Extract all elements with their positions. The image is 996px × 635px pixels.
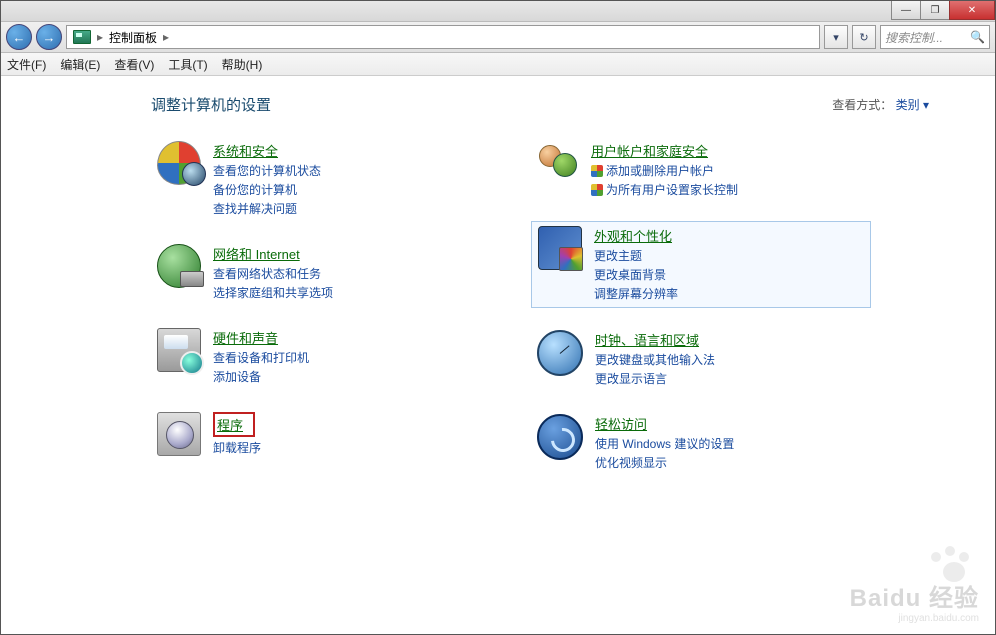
category-link[interactable]: 为所有用户设置家长控制 — [591, 181, 738, 199]
view-by-label: 查看方式： — [832, 98, 892, 112]
category-link[interactable]: 更改主题 — [594, 247, 678, 265]
category-link[interactable]: 添加设备 — [213, 368, 309, 386]
category-clock-language[interactable]: 时钟、语言和区域 更改键盘或其他输入法 更改显示语言 — [531, 326, 871, 392]
category-title[interactable]: 系统和安全 — [213, 141, 278, 160]
breadcrumb-sep[interactable]: ▸ — [163, 30, 169, 44]
window-frame: — ❐ ✕ ← → ▸ 控制面板 ▸ ▾ ↻ 搜索控制... 🔍 文件(F) 编… — [0, 0, 996, 635]
category-title[interactable]: 外观和个性化 — [594, 226, 672, 245]
view-by-value[interactable]: 类别 ▾ — [896, 98, 929, 112]
globe-icon — [157, 244, 201, 288]
category-appearance[interactable]: 外观和个性化 更改主题 更改桌面背景 调整屏幕分辨率 — [531, 221, 871, 308]
menu-help[interactable]: 帮助(H) — [222, 56, 263, 73]
category-system-security[interactable]: 系统和安全 查看您的计算机状态 备份您的计算机 查找并解决问题 — [151, 137, 491, 222]
maximize-button[interactable]: ❐ — [920, 1, 950, 20]
search-placeholder: 搜索控制... — [885, 29, 943, 46]
search-input[interactable]: 搜索控制... 🔍 — [880, 25, 990, 49]
menu-edit[interactable]: 编辑(E) — [60, 56, 100, 73]
category-title[interactable]: 用户帐户和家庭安全 — [591, 141, 708, 160]
category-link[interactable]: 查找并解决问题 — [213, 200, 321, 218]
category-link[interactable]: 更改键盘或其他输入法 — [595, 351, 715, 369]
category-link[interactable]: 选择家庭组和共享选项 — [213, 284, 333, 302]
category-title[interactable]: 网络和 Internet — [213, 244, 300, 263]
category-link[interactable]: 查看设备和打印机 — [213, 349, 309, 367]
menu-bar: 文件(F) 编辑(E) 查看(V) 工具(T) 帮助(H) — [1, 53, 995, 76]
ease-icon — [537, 414, 583, 460]
category-link[interactable]: 添加或删除用户帐户 — [591, 162, 738, 180]
watermark-brand: Baidu 经验 — [850, 585, 979, 612]
breadcrumb-location[interactable]: 控制面板 — [109, 29, 157, 46]
category-programs[interactable]: 程序 卸载程序 — [151, 408, 491, 461]
titlebar: — ❐ ✕ — [1, 1, 995, 22]
menu-file[interactable]: 文件(F) — [7, 56, 46, 73]
content-area: 调整计算机的设置 查看方式： 类别 ▾ 系统和安全 查看您的计算机状态 备份您的… — [1, 76, 995, 494]
uac-shield-icon — [591, 184, 603, 196]
category-title[interactable]: 时钟、语言和区域 — [595, 330, 699, 349]
category-hardware[interactable]: 硬件和声音 查看设备和打印机 添加设备 — [151, 324, 491, 390]
search-icon: 🔍 — [970, 30, 985, 44]
category-network[interactable]: 网络和 Internet 查看网络状态和任务 选择家庭组和共享选项 — [151, 240, 491, 306]
shield-icon — [157, 141, 201, 185]
category-link[interactable]: 优化视频显示 — [595, 454, 734, 472]
disc-icon — [157, 412, 201, 456]
category-ease-of-access[interactable]: 轻松访问 使用 Windows 建议的设置 优化视频显示 — [531, 410, 871, 476]
printer-icon — [157, 328, 201, 372]
category-link[interactable]: 查看您的计算机状态 — [213, 162, 321, 180]
category-link[interactable]: 调整屏幕分辨率 — [594, 285, 678, 303]
category-link[interactable]: 备份您的计算机 — [213, 181, 321, 199]
category-columns: 系统和安全 查看您的计算机状态 备份您的计算机 查找并解决问题 网络和 Inte… — [151, 137, 965, 494]
control-panel-icon — [73, 30, 91, 44]
refresh-button[interactable]: ↻ — [852, 25, 876, 49]
page-title: 调整计算机的设置 — [151, 94, 271, 115]
monitor-icon — [538, 226, 582, 270]
address-bar: ← → ▸ 控制面板 ▸ ▾ ↻ 搜索控制... 🔍 — [1, 22, 995, 53]
right-column: 用户帐户和家庭安全 添加或删除用户帐户 为所有用户设置家长控制 外观和个性化 更… — [531, 137, 871, 494]
category-title[interactable]: 硬件和声音 — [213, 328, 278, 347]
category-link[interactable]: 更改显示语言 — [595, 370, 715, 388]
category-user-accounts[interactable]: 用户帐户和家庭安全 添加或删除用户帐户 为所有用户设置家长控制 — [531, 137, 871, 203]
menu-view[interactable]: 查看(V) — [114, 56, 154, 73]
view-by: 查看方式： 类别 ▾ — [832, 96, 929, 113]
breadcrumb-sep: ▸ — [97, 30, 103, 44]
header-row: 调整计算机的设置 查看方式： 类别 ▾ — [151, 94, 965, 115]
category-title-highlighted[interactable]: 程序 — [213, 412, 255, 437]
uac-shield-icon — [591, 165, 603, 177]
minimize-button[interactable]: — — [891, 1, 921, 20]
users-icon — [537, 141, 579, 183]
back-button[interactable]: ← — [6, 24, 32, 50]
watermark: Baidu 经验 jingyan.baidu.com — [850, 578, 979, 624]
category-link[interactable]: 查看网络状态和任务 — [213, 265, 333, 283]
address-field[interactable]: ▸ 控制面板 ▸ — [66, 25, 820, 49]
forward-button[interactable]: → — [36, 24, 62, 50]
left-column: 系统和安全 查看您的计算机状态 备份您的计算机 查找并解决问题 网络和 Inte… — [151, 137, 491, 494]
category-link[interactable]: 使用 Windows 建议的设置 — [595, 435, 734, 453]
category-link[interactable]: 卸载程序 — [213, 439, 261, 457]
menu-tools[interactable]: 工具(T) — [168, 56, 207, 73]
clock-icon — [537, 330, 583, 376]
close-button[interactable]: ✕ — [949, 1, 995, 20]
category-link[interactable]: 更改桌面背景 — [594, 266, 678, 284]
watermark-url: jingyan.baidu.com — [850, 613, 979, 624]
address-dropdown-button[interactable]: ▾ — [824, 25, 848, 49]
category-title[interactable]: 轻松访问 — [595, 414, 647, 433]
